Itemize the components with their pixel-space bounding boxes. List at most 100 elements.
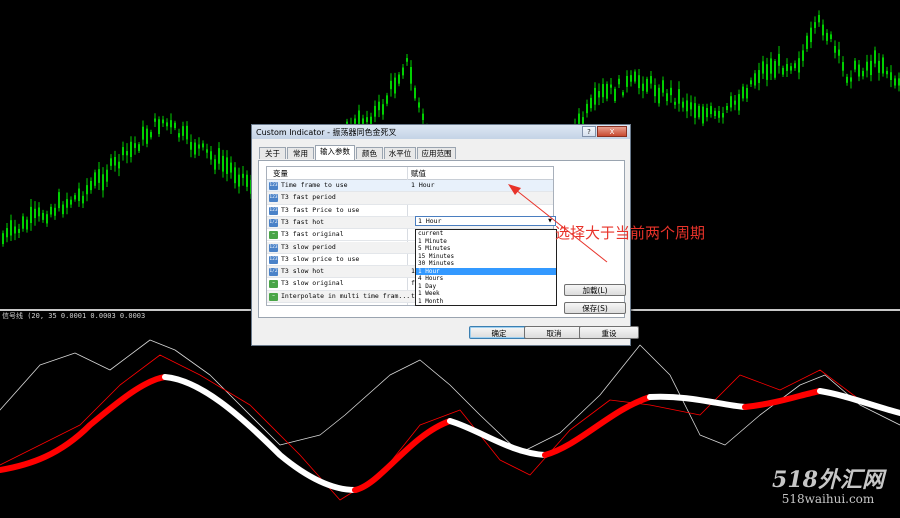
parameter-name: Interpolate in multi time fram... xyxy=(281,291,411,300)
candle-body xyxy=(154,118,156,122)
candle-body xyxy=(662,80,664,93)
tab-levels[interactable]: 水平位 xyxy=(384,147,416,159)
candle-body xyxy=(238,174,240,187)
candle-body xyxy=(394,77,396,94)
tab-about[interactable]: 关于 xyxy=(259,147,286,159)
dropdown-option[interactable]: 1 Minute xyxy=(416,238,556,245)
candle-body xyxy=(786,64,788,71)
candle-body xyxy=(630,75,632,82)
candle-body xyxy=(882,57,884,74)
candle-body xyxy=(242,173,244,178)
candle-body xyxy=(590,97,592,109)
parameter-name: T3 fast Price to use xyxy=(281,205,360,214)
candle-body xyxy=(858,64,860,77)
dropdown-option[interactable]: 4 Hours xyxy=(416,275,556,282)
candle-body xyxy=(586,103,588,114)
candle-body xyxy=(650,76,652,84)
candle-body xyxy=(398,74,400,84)
number-type-icon: 1/2 xyxy=(269,268,278,277)
candle-body xyxy=(734,100,736,105)
cancel-button[interactable]: 取消 xyxy=(524,326,584,339)
thin-signal-line xyxy=(0,339,900,454)
help-button[interactable]: ? xyxy=(582,126,596,137)
signal-line-white-segment xyxy=(817,388,900,416)
dropdown-option[interactable]: 30 Minutes xyxy=(416,260,556,267)
candle-body xyxy=(214,159,216,170)
save-button[interactable]: 保存(S) xyxy=(564,302,626,314)
boolean-type-icon: ~ xyxy=(269,292,278,301)
reset-button[interactable]: 重设 xyxy=(579,326,639,339)
chevron-down-icon[interactable]: ▼ xyxy=(546,218,554,224)
candle-body xyxy=(58,192,60,209)
candle-body xyxy=(798,58,800,73)
candle-body xyxy=(598,91,600,98)
candle-body xyxy=(98,169,100,183)
parameter-name: T3 slow period xyxy=(281,242,336,251)
column-value[interactable]: 赋值 xyxy=(411,168,426,179)
candle-body xyxy=(2,233,4,245)
number-type-icon: 123 xyxy=(269,182,278,190)
dropdown-option[interactable]: 15 Minutes xyxy=(416,253,556,260)
candle-body xyxy=(30,206,32,224)
signal-line-white-segment xyxy=(647,393,748,410)
candle-body xyxy=(714,110,716,117)
candle-body xyxy=(118,161,120,169)
ok-button[interactable]: 确定 xyxy=(469,326,529,339)
candle-body xyxy=(782,67,784,75)
candle-body xyxy=(14,226,16,234)
close-button[interactable]: X xyxy=(597,126,627,137)
parameter-value[interactable]: 1 Hour xyxy=(411,181,434,189)
signal-line-white-segment xyxy=(162,374,358,493)
watermark-logo: 518外汇网 518waihui.com xyxy=(764,468,892,506)
timeframe-combobox[interactable]: 1 Hour ▼ xyxy=(415,216,556,226)
candle-body xyxy=(146,128,148,144)
candle-body xyxy=(666,93,668,102)
tab-common[interactable]: 常用 xyxy=(287,147,314,159)
candle-body xyxy=(830,34,832,40)
number-type-icon: 123 xyxy=(269,206,278,215)
candle-body xyxy=(222,155,224,172)
dropdown-option[interactable]: 1 Month xyxy=(416,298,556,305)
candle-body xyxy=(818,15,820,23)
candle-body xyxy=(594,87,596,105)
dialog-titlebar[interactable]: Custom Indicator - 振荡器同色金死叉 ? X xyxy=(252,125,630,139)
parameter-row[interactable]: 123 Time frame to use 1 Hour xyxy=(267,180,553,193)
dropdown-option[interactable]: 1 Week xyxy=(416,290,556,297)
candle-body xyxy=(22,216,24,229)
candle-body xyxy=(94,172,96,186)
candle-body xyxy=(178,133,180,138)
candle-body xyxy=(382,104,384,115)
candle-body xyxy=(6,228,8,238)
candle-body xyxy=(606,83,608,99)
load-button[interactable]: 加载(L) xyxy=(564,284,626,296)
candle-body xyxy=(654,85,656,97)
dropdown-option[interactable]: 1 Day xyxy=(416,283,556,290)
candle-body xyxy=(762,61,764,74)
watermark-line-1: 518外汇网 xyxy=(772,467,884,493)
candle-body xyxy=(886,70,888,75)
candle-body xyxy=(634,71,636,82)
candle-body xyxy=(62,204,64,215)
candle-body xyxy=(170,120,172,128)
dropdown-option[interactable]: current xyxy=(416,230,556,237)
candle-body xyxy=(822,24,824,36)
candle-body xyxy=(746,88,748,99)
candle-body xyxy=(218,148,220,164)
candle-body xyxy=(738,94,740,111)
candle-body xyxy=(854,60,856,70)
candle-body xyxy=(70,199,72,205)
parameter-row[interactable]: 123 T3 fast period xyxy=(267,192,553,205)
candle-body xyxy=(78,188,80,202)
candle-body xyxy=(878,60,880,73)
candle-body xyxy=(174,122,176,129)
dropdown-option[interactable]: 1 Hour xyxy=(416,267,556,275)
tab-colors[interactable]: 颜色 xyxy=(356,147,383,159)
column-variable[interactable]: 变量 xyxy=(273,168,288,179)
candle-body xyxy=(770,58,772,74)
tab-visualization[interactable]: 应用范围 xyxy=(417,147,456,159)
tab-inputs[interactable]: 输入参数 xyxy=(315,145,355,160)
dropdown-option[interactable]: 5 Minutes xyxy=(416,245,556,252)
number-type-icon: 123 xyxy=(269,243,278,252)
candle-body xyxy=(742,86,744,99)
candle-body xyxy=(82,195,84,204)
